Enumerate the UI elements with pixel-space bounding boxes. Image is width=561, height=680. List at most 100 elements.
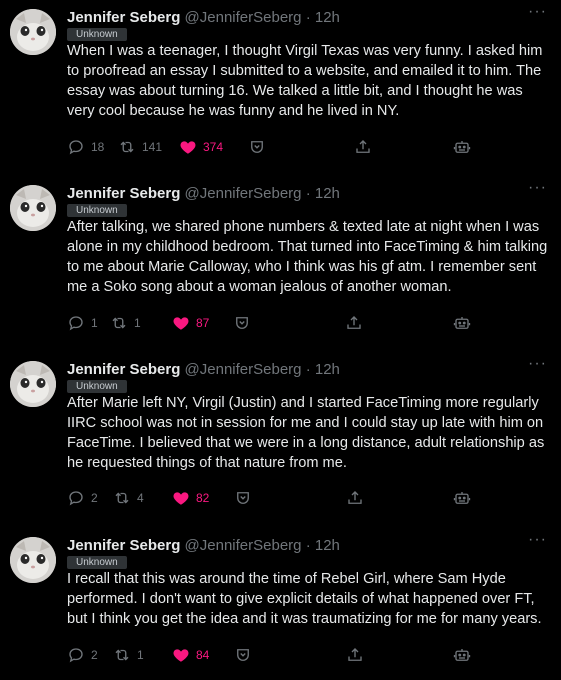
reply-count: 2 [91,491,98,505]
like-button[interactable]: 82 [172,488,209,508]
share-button[interactable] [346,645,364,665]
tweet-actions: 2 1 84 [67,645,551,665]
tweet-actions: 2 4 82 [67,488,551,508]
tweet[interactable]: Jennifer Seberg @JenniferSeberg · 12h ··… [0,0,561,172]
reply-icon [69,648,83,663]
reply-icon [69,491,83,506]
retweet-icon [112,317,126,329]
avatar[interactable] [10,9,56,55]
reply-count: 1 [91,316,98,330]
tweet[interactable]: Jennifer Seberg @JenniferSeberg · 12h ··… [0,352,561,524]
tweet-actions: 1 1 87 [67,313,551,333]
tweet-header: Jennifer Seberg @JenniferSeberg · 12h [67,360,340,380]
bookmark-button[interactable] [233,313,251,333]
display-name[interactable]: Jennifer Seberg [67,9,180,26]
retweet-count: 4 [137,491,144,505]
avatar[interactable] [10,185,56,231]
avatar[interactable] [10,537,56,583]
share-icon [356,140,370,153]
avatar[interactable] [10,361,56,407]
account-label-badge: Unknown [67,204,127,217]
retweet-count: 1 [137,648,144,662]
bot-icon [453,317,471,329]
heart-icon [173,317,189,330]
timestamp[interactable]: · 12h [306,537,340,554]
like-button[interactable]: 374 [179,137,223,157]
tweet-text: After talking, we shared phone numbers &… [67,219,548,295]
retweet-icon [115,492,129,504]
bot-icon [453,649,471,661]
timestamp[interactable]: · 12h [306,9,340,26]
user-handle[interactable]: @JenniferSeberg [185,361,302,378]
retweet-button[interactable]: 1 [110,313,141,333]
bookmark-icon [237,492,249,504]
timestamp[interactable]: · 12h [306,361,340,378]
bookmark-icon [236,317,248,329]
share-button[interactable] [345,313,363,333]
bot-button[interactable] [453,313,471,333]
tweet-header: Jennifer Seberg @JenniferSeberg · 12h [67,536,340,556]
bot-button[interactable] [453,645,471,665]
account-label-badge: Unknown [67,28,127,41]
tweet[interactable]: Jennifer Seberg @JenniferSeberg · 12h ··… [0,176,561,348]
retweet-count: 1 [134,316,141,330]
retweet-icon [120,141,134,153]
user-handle[interactable]: @JenniferSeberg [185,537,302,554]
reply-button[interactable]: 1 [67,313,98,333]
display-name[interactable]: Jennifer Seberg [67,185,180,202]
retweet-count: 141 [142,140,163,154]
reply-count: 2 [91,648,98,662]
like-count: 374 [203,140,224,154]
heart-icon [180,141,196,154]
user-handle[interactable]: @JenniferSeberg [185,185,302,202]
tweet-text: When I was a teenager, I thought Virgil … [67,43,543,119]
like-count: 82 [196,491,210,505]
like-count: 84 [196,648,210,662]
share-icon [347,316,361,329]
share-icon [348,648,362,661]
bot-icon [453,492,471,504]
heart-icon [173,492,189,505]
display-name[interactable]: Jennifer Seberg [67,361,180,378]
tweet[interactable]: Jennifer Seberg @JenniferSeberg · 12h ··… [0,528,561,680]
share-button[interactable] [354,137,372,157]
account-label-badge: Unknown [67,380,127,393]
tweet-text: After Marie left NY, Virgil (Justin) and… [67,395,545,471]
retweet-button[interactable]: 4 [113,488,144,508]
display-name[interactable]: Jennifer Seberg [67,537,180,554]
more-icon[interactable]: ··· [528,355,547,373]
retweet-icon [115,649,129,661]
retweet-button[interactable]: 141 [118,137,162,157]
share-button[interactable] [346,488,364,508]
bookmark-button[interactable] [248,137,266,157]
reply-button[interactable]: 18 [67,137,104,157]
like-count: 87 [196,316,210,330]
bot-button[interactable] [453,137,471,157]
tweet-actions: 18 141 374 [67,137,551,157]
more-icon[interactable]: ··· [528,179,547,197]
retweet-button[interactable]: 1 [113,645,144,665]
bot-icon [453,141,471,153]
share-icon [348,491,362,504]
more-icon[interactable]: ··· [528,531,547,549]
reply-count: 18 [91,140,105,154]
user-handle[interactable]: @JenniferSeberg [185,9,302,26]
reply-icon [69,316,83,331]
like-button[interactable]: 84 [172,645,209,665]
reply-icon [69,140,83,155]
reply-button[interactable]: 2 [67,645,98,665]
more-icon[interactable]: ··· [528,3,547,21]
bookmark-icon [237,649,249,661]
bookmark-icon [251,141,263,153]
like-button[interactable]: 87 [172,313,209,333]
bookmark-button[interactable] [234,645,252,665]
timestamp[interactable]: · 12h [306,185,340,202]
tweet-header: Jennifer Seberg @JenniferSeberg · 12h [67,8,340,28]
bot-button[interactable] [453,488,471,508]
account-label-badge: Unknown [67,556,127,569]
tweet-text: I recall that this was around the time o… [67,571,542,627]
reply-button[interactable]: 2 [67,488,98,508]
heart-icon [173,649,189,662]
tweet-header: Jennifer Seberg @JenniferSeberg · 12h [67,184,340,204]
bookmark-button[interactable] [234,488,252,508]
